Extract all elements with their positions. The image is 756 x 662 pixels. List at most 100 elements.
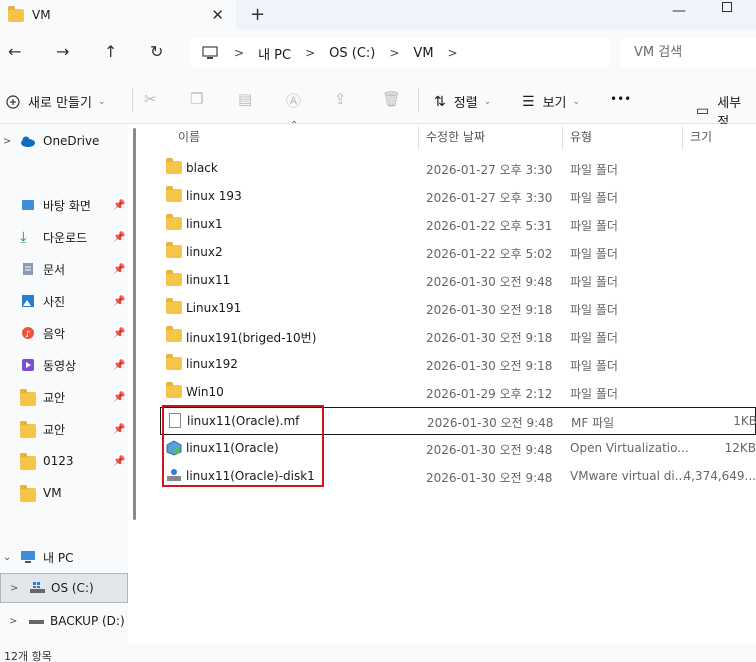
sidebar-item-music[interactable]: ♪ 음악 📌 (0, 318, 128, 348)
file-date: 2026-01-30 오전 9:48 (426, 275, 553, 289)
breadcrumb-my-pc[interactable]: 내 PC (258, 44, 291, 63)
file-row[interactable]: linux11 2026-01-30 오전 9:48 파일 폴더 (160, 266, 756, 294)
sidebar-item-downloads[interactable]: ⤓ 다운로드 📌 (0, 222, 128, 252)
folder-icon (20, 389, 36, 406)
file-size: 1KB (733, 414, 756, 428)
view-button[interactable]: ☰ 보기 ⌄ (522, 92, 581, 112)
cloud-icon (21, 136, 35, 147)
desktop-icon (22, 200, 34, 210)
pin-icon: 📌 (113, 391, 126, 403)
navigation-pane: > OneDrive 바탕 화면 📌 ⤓ 다운로드 📌 문서 📌 사진 📌 ♪ … (0, 124, 128, 644)
rename-icon[interactable]: Ⓐ (286, 90, 301, 111)
sidebar-item-videos[interactable]: 동영상 📌 (0, 350, 128, 380)
pin-icon: 📌 (113, 295, 126, 307)
refresh-button[interactable]: ↻ (150, 42, 163, 61)
plus-circle-icon (6, 94, 20, 109)
file-type: 파일 폴더 (570, 219, 618, 233)
monitor-icon (202, 46, 218, 59)
column-header-size[interactable]: 크기 (690, 124, 712, 152)
sidebar-item-documents[interactable]: 문서 📌 (0, 254, 128, 284)
drive-icon (30, 582, 45, 593)
file-row[interactable]: linux2 2026-01-22 오후 5:02 파일 폴더 (160, 238, 756, 266)
tab-bar: VM ✕ + — (0, 0, 756, 30)
breadcrumb-vm[interactable]: VM (413, 46, 433, 61)
file-row[interactable]: linux 193 2026-01-27 오후 3:30 파일 폴더 (160, 182, 756, 210)
sidebar-item-vm[interactable]: VM (0, 478, 128, 508)
sidebar-item-folder[interactable]: 교안 📌 (0, 414, 128, 444)
sidebar-item-pictures[interactable]: 사진 📌 (0, 286, 128, 316)
sidebar-item-my-pc[interactable]: ⌄ 내 PC (0, 542, 128, 572)
chevron-down-icon: ⌄ (572, 96, 581, 107)
picture-icon (22, 295, 34, 307)
sort-button-label: 정렬 (453, 96, 478, 111)
breadcrumb-os-c[interactable]: OS (C:) (329, 46, 375, 61)
more-options-button[interactable]: ••• (610, 92, 631, 106)
file-row[interactable]: Linux191 2026-01-30 오전 9:18 파일 폴더 (160, 294, 756, 322)
file-row[interactable]: linux191(briged-10번) 2026-01-30 오전 9:18 파일… (160, 322, 756, 350)
folder-icon (166, 382, 182, 398)
folder-icon (166, 298, 182, 314)
file-type: 파일 폴더 (570, 387, 618, 401)
sidebar-item-folder[interactable]: 0123 📌 (0, 446, 128, 476)
column-header-date[interactable]: 수정한 날짜 (426, 124, 485, 152)
sidebar-item-desktop[interactable]: 바탕 화면 📌 (0, 190, 128, 220)
search-input[interactable]: VM 검색 (620, 38, 756, 68)
new-tab-button[interactable]: + (250, 4, 265, 25)
folder-icon (166, 158, 182, 174)
file-row[interactable]: black 2026-01-27 오후 3:30 파일 폴더 (160, 154, 756, 182)
file-list: 이름 ⌃ 수정한 날짜 유형 크기 black 2026-01-27 오후 3:3… (140, 120, 756, 644)
chevron-right-icon: > (9, 615, 18, 627)
file-row[interactable]: Win10 2026-01-29 오후 2:12 파일 폴더 (160, 378, 756, 406)
folder-icon (20, 421, 36, 438)
forward-button[interactable]: → (56, 42, 69, 61)
up-button[interactable]: ↑ (104, 42, 117, 61)
address-bar[interactable]: > 내 PC > OS (C:) > VM > (190, 38, 610, 68)
column-divider[interactable] (418, 126, 419, 150)
copy-icon[interactable]: ❐ (190, 90, 203, 108)
sidebar-item-label: 교안 (43, 390, 66, 405)
details-pane-icon: ▭ (696, 103, 710, 119)
sidebar-item-onedrive[interactable]: > OneDrive (0, 126, 128, 156)
close-tab-button[interactable]: ✕ (211, 6, 224, 24)
tab-vm[interactable]: VM ✕ (0, 0, 236, 30)
share-icon[interactable]: ⇪ (334, 90, 347, 108)
chevron-right-icon: > (389, 46, 400, 60)
column-header-name[interactable]: 이름 (178, 124, 200, 152)
divider (418, 88, 419, 112)
column-divider[interactable] (682, 126, 683, 150)
sidebar-item-label: 음악 (43, 326, 66, 341)
back-button[interactable]: ← (8, 42, 21, 61)
sidebar-scrollbar[interactable] (133, 128, 136, 520)
paste-icon[interactable]: ▤ (238, 90, 252, 108)
sort-button[interactable]: ⇅ 정렬 ⌄ (434, 92, 491, 112)
column-header-type[interactable]: 유형 (570, 124, 592, 152)
chevron-down-icon: ⌄ (3, 551, 12, 563)
maximize-button[interactable] (722, 2, 732, 12)
delete-icon[interactable]: 🗑 (382, 90, 401, 108)
status-bar: 12개 항목 (0, 644, 756, 662)
file-row[interactable]: linux192 2026-01-30 오전 9:18 파일 폴더 (160, 350, 756, 378)
file-date: 2026-01-27 오후 3:30 (426, 191, 553, 205)
new-button-label: 새로 만들기 (28, 96, 92, 111)
file-type: VMware virtual di... (570, 469, 687, 483)
file-size: 4,374,649... (683, 469, 756, 483)
folder-icon (166, 270, 182, 286)
sidebar-item-os-c[interactable]: > OS (C:) (0, 573, 128, 603)
sidebar-item-label: 사진 (43, 294, 66, 309)
column-divider[interactable] (562, 126, 563, 150)
new-button[interactable]: 새로 만들기 ⌄ (6, 92, 105, 111)
cut-icon[interactable]: ✂ (144, 90, 157, 108)
chevron-down-icon: ⌄ (97, 96, 106, 107)
folder-icon (8, 5, 24, 22)
sidebar-item-folder[interactable]: 교안 📌 (0, 382, 128, 412)
file-type: 파일 폴더 (570, 191, 618, 205)
file-row[interactable]: linux1 2026-01-22 오후 5:31 파일 폴더 (160, 210, 756, 238)
minimize-button[interactable]: — (672, 3, 686, 19)
sidebar-item-backup-d[interactable]: > BACKUP (D:) (0, 606, 128, 636)
document-icon (23, 263, 33, 275)
sort-ascending-icon: ⌃ (290, 120, 299, 131)
command-bar: 새로 만들기 ⌄ ✂ ❐ ▤ Ⓐ ⇪ 🗑 ⇅ 정렬 ⌄ ☰ 보기 ⌄ ••• ▭… (0, 76, 756, 130)
folder-icon (166, 242, 182, 258)
music-icon: ♪ (22, 327, 34, 340)
file-name: linux192 (186, 357, 238, 371)
